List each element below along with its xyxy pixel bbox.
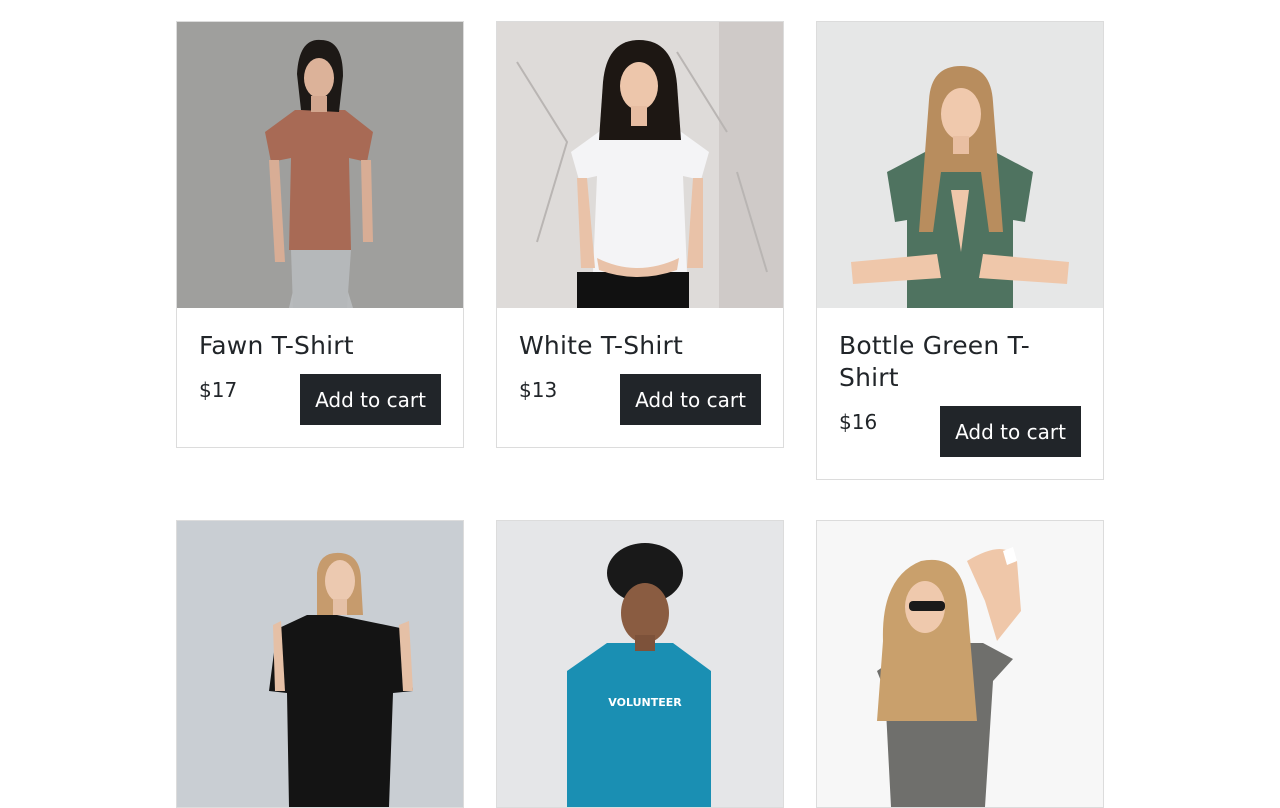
product-name: Fawn T-Shirt: [199, 331, 354, 360]
product-image[interactable]: [497, 22, 783, 308]
product-price: $17: [199, 378, 238, 402]
product-card: White T-Shirt $13 Add to cart: [496, 21, 784, 448]
product-card: Fawn T-Shirt $17 Add to cart: [176, 21, 464, 448]
product-name: White T-Shirt: [519, 331, 683, 360]
woman-black-tshirt-photo: [177, 521, 463, 807]
woman-white-tshirt-photo: [497, 22, 783, 308]
woman-grey-graphic-tshirt-photo: ~ ~: [817, 521, 1103, 807]
woman-blue-volunteer-tshirt-photo: VOLUNTEER: [497, 521, 783, 807]
product-image[interactable]: ~ ~: [817, 521, 1103, 807]
woman-fawn-tshirt-photo: [177, 22, 463, 308]
product-name: Bottle Green T-Shirt: [839, 331, 1030, 392]
product-card: [176, 520, 464, 808]
product-card: VOLUNTEER: [496, 520, 784, 808]
add-to-cart-button[interactable]: Add to cart: [300, 374, 441, 425]
product-price: $13: [519, 378, 558, 402]
product-image[interactable]: [177, 521, 463, 807]
add-to-cart-button[interactable]: Add to cart: [940, 406, 1081, 457]
product-image[interactable]: VOLUNTEER: [497, 521, 783, 807]
product-image[interactable]: [177, 22, 463, 308]
volunteer-shirt-text: VOLUNTEER: [608, 696, 682, 709]
product-card: ~ ~: [816, 520, 1104, 808]
add-to-cart-button[interactable]: Add to cart: [620, 374, 761, 425]
product-price: $16: [839, 410, 878, 434]
woman-green-tshirt-photo: [817, 22, 1103, 308]
product-image[interactable]: [817, 22, 1103, 308]
product-card: Bottle Green T-Shirt $16 Add to cart: [816, 21, 1104, 480]
